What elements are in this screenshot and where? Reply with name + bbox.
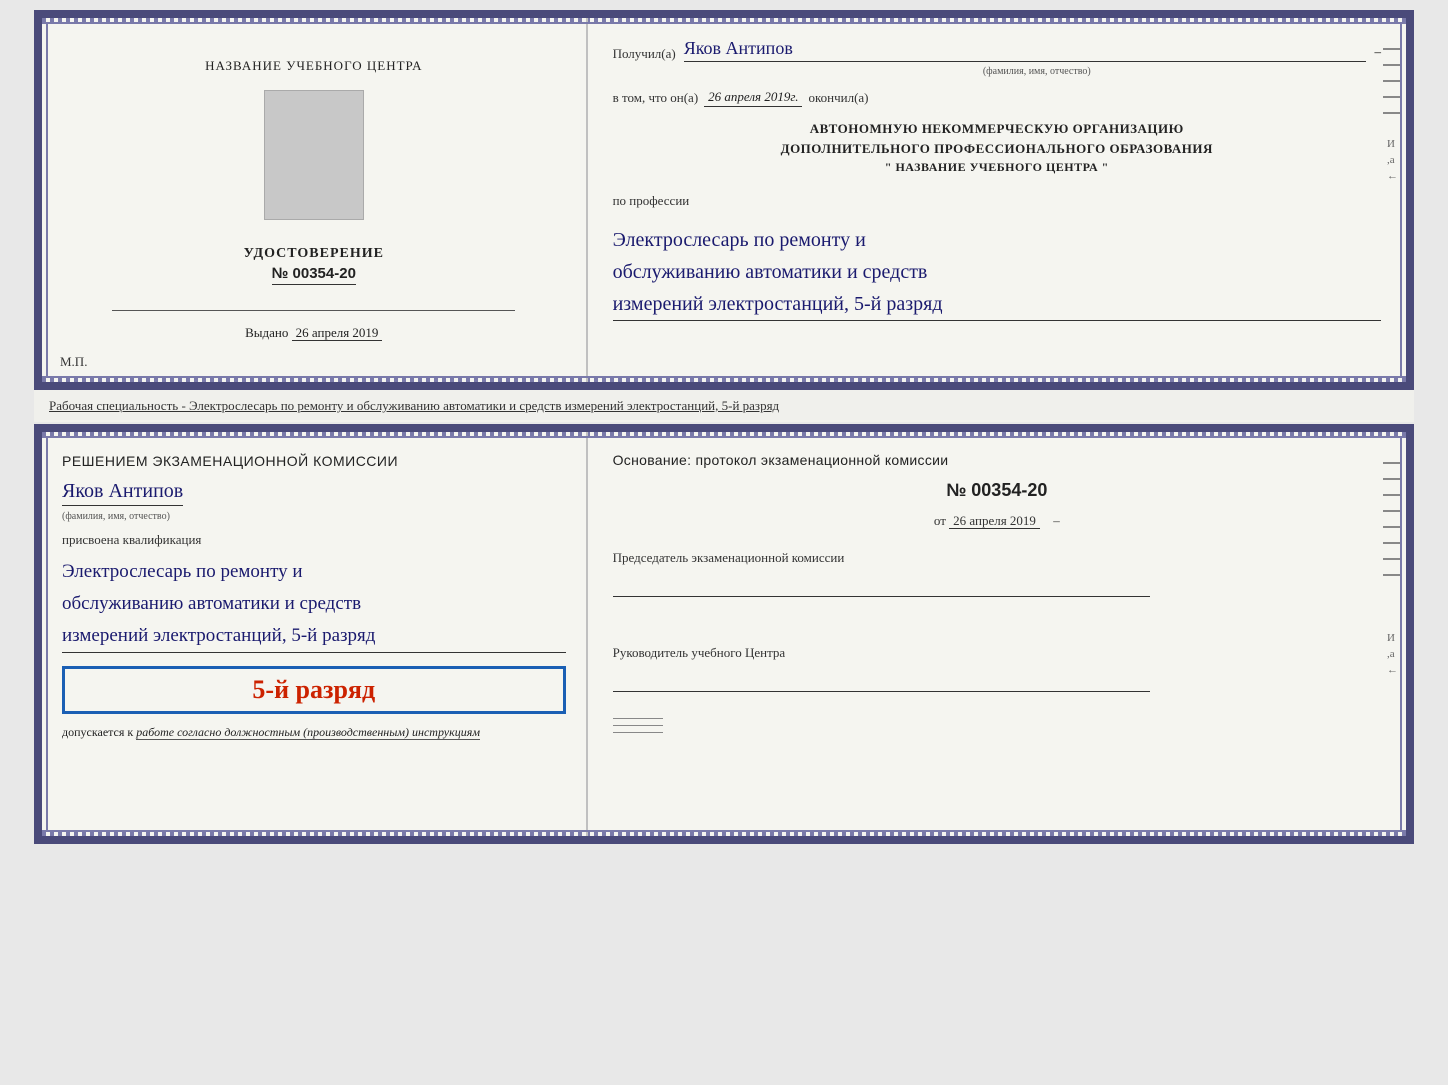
predsedatel-label: Председатель экзаменационной комиссии bbox=[613, 549, 1381, 567]
vtom-line: в том, что он(а) 26 апреля 2019г. окончи… bbox=[613, 89, 1381, 107]
separator-area: Рабочая специальность - Электрослесарь п… bbox=[34, 390, 1414, 422]
mp-stamp: М.П. bbox=[60, 354, 87, 370]
vydano-prefix: Выдано bbox=[245, 325, 288, 340]
vydano-date: 26 апреля 2019 bbox=[292, 325, 383, 341]
ot-prefix: от bbox=[934, 513, 946, 528]
razryad-text: 5-й разряд bbox=[77, 675, 551, 705]
bottom-right-panel: И ,а ← Основание: протокол экзаменационн… bbox=[588, 432, 1406, 836]
qual-line2: обслуживанию автоматики и средств bbox=[62, 588, 566, 620]
bottom-left-panel: Решением экзаменационной комиссии Яков А… bbox=[42, 432, 588, 836]
po-professii-label: по профессии bbox=[613, 193, 1381, 209]
predsedatel-block: Председатель экзаменационной комиссии bbox=[613, 549, 1381, 597]
qual-line1: Электрослесарь по ремонту и bbox=[62, 556, 566, 588]
udostoverenie-label: УДОСТОВЕРЕНИЕ bbox=[244, 246, 384, 262]
dopuskaetsya-line: допускается к работе согласно должностны… bbox=[62, 725, 566, 740]
okonchil-label: окончил(а) bbox=[808, 90, 868, 106]
top-certificate: НАЗВАНИЕ УЧЕБНОГО ЦЕНТРА УДОСТОВЕРЕНИЕ №… bbox=[34, 10, 1414, 390]
photo-placeholder bbox=[264, 90, 364, 220]
top-right-panel: И ,а ← Получил(а) Яков Антипов – (фамили… bbox=[588, 18, 1406, 382]
qualification-text: Электрослесарь по ремонту и обслуживанию… bbox=[62, 556, 566, 654]
dopuskaetsya-italic: работе согласно должностным (производств… bbox=[136, 725, 480, 740]
profession-text: Электрослесарь по ремонту и обслуживанию… bbox=[613, 224, 1381, 321]
udostoverenie-block: УДОСТОВЕРЕНИЕ № 00354-20 bbox=[244, 246, 384, 285]
org-line1: АВТОНОМНУЮ НЕКОММЕРЧЕСКУЮ ОРГАНИЗАЦИЮ bbox=[613, 119, 1381, 139]
prisvoyena-label: присвоена квалификация bbox=[62, 532, 566, 548]
fio-hint-bottom: (фамилия, имя, отчество) bbox=[62, 511, 170, 522]
recipient-line: Получил(а) Яков Антипов – bbox=[613, 38, 1381, 62]
profession-line2: обслуживанию автоматики и средств bbox=[613, 256, 1381, 288]
dopuskaetsya-prefix: допускается к bbox=[62, 725, 133, 739]
vydano-line: Выдано 26 апреля 2019 bbox=[245, 325, 382, 341]
razryad-badge: 5-й разряд bbox=[62, 666, 566, 714]
ot-date-line: от 26 апреля 2019 – bbox=[613, 513, 1381, 529]
rukovoditel-label: Руководитель учебного Центра bbox=[613, 644, 1381, 662]
recipient-name-top: Яков Антипов bbox=[684, 38, 1367, 62]
fio-hint-top: (фамилия, имя, отчество) bbox=[693, 66, 1381, 77]
person-name-bottom: Яков Антипов bbox=[62, 480, 183, 506]
vtom-prefix: в том, что он(а) bbox=[613, 90, 699, 106]
org-name-top: НАЗВАНИЕ УЧЕБНОГО ЦЕНТРА bbox=[205, 58, 422, 74]
rukovoditel-sig-line bbox=[613, 667, 1151, 692]
osnovanie-label: Основание: протокол экзаменационной коми… bbox=[613, 452, 1381, 468]
qual-line3: измерений электростанций, 5-й разряд bbox=[62, 620, 566, 652]
protocol-number: № 00354-20 bbox=[613, 480, 1381, 501]
certificate-number-top: № 00354-20 bbox=[272, 265, 356, 285]
vtom-date: 26 апреля 2019г. bbox=[704, 89, 802, 107]
poluchil-label: Получил(а) bbox=[613, 46, 676, 62]
resheniem-title: Решением экзаменационной комиссии bbox=[62, 452, 566, 472]
ot-date: 26 апреля 2019 bbox=[949, 513, 1040, 529]
top-left-panel: НАЗВАНИЕ УЧЕБНОГО ЦЕНТРА УДОСТОВЕРЕНИЕ №… bbox=[42, 18, 588, 382]
profession-line1: Электрослесарь по ремонту и bbox=[613, 224, 1381, 256]
profession-line3: измерений электростанций, 5-й разряд bbox=[613, 288, 1381, 320]
separator-text: Рабочая специальность - Электрослесарь п… bbox=[49, 393, 779, 418]
org-line2: ДОПОЛНИТЕЛЬНОГО ПРОФЕССИОНАЛЬНОГО ОБРАЗО… bbox=[613, 139, 1381, 159]
org-block-top: АВТОНОМНУЮ НЕКОММЕРЧЕСКУЮ ОРГАНИЗАЦИЮ ДО… bbox=[613, 119, 1381, 176]
bottom-certificate: Решением экзаменационной комиссии Яков А… bbox=[34, 424, 1414, 844]
org-line3: " НАЗВАНИЕ УЧЕБНОГО ЦЕНТРА " bbox=[613, 158, 1381, 176]
predsedatel-sig-line bbox=[613, 572, 1151, 597]
rukovoditel-block: Руководитель учебного Центра bbox=[613, 644, 1381, 692]
